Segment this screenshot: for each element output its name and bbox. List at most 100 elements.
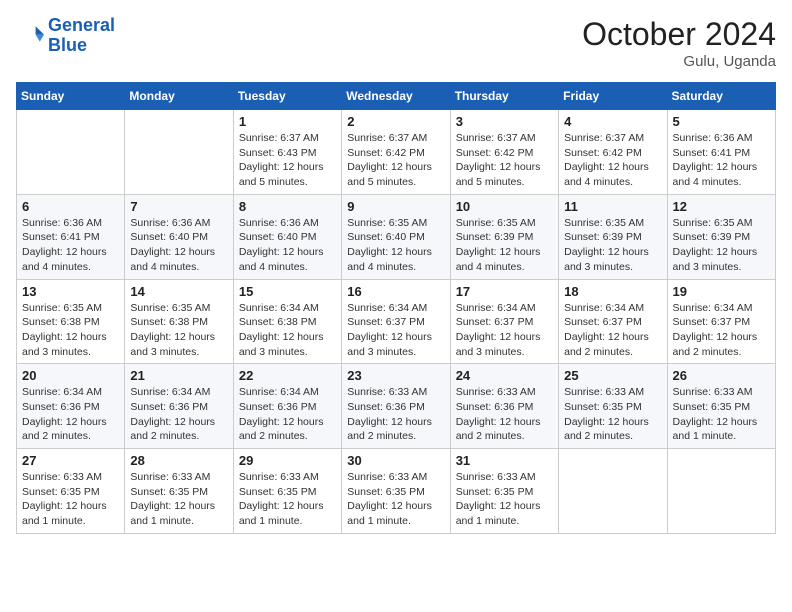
calendar-cell: 29 Sunrise: 6:33 AM Sunset: 6:35 PM Dayli… [233, 449, 341, 534]
day-number: 23 [347, 368, 444, 383]
day-number: 1 [239, 114, 336, 129]
day-number: 28 [130, 453, 227, 468]
day-number: 10 [456, 199, 553, 214]
day-number: 15 [239, 284, 336, 299]
calendar-cell: 25 Sunrise: 6:33 AM Sunset: 6:35 PM Dayli… [559, 364, 667, 449]
week-row-2: 6Sunrise: 6:36 AM Sunset: 6:41 PM Daylig… [17, 194, 776, 279]
day-number: 25 [564, 368, 661, 383]
day-number: 14 [130, 284, 227, 299]
calendar-cell: 8Sunrise: 6:36 AM Sunset: 6:40 PM Daylig… [233, 194, 341, 279]
calendar-cell: 28Sunrise: 6:33 AM Sunset: 6:35 PM Dayli… [125, 449, 233, 534]
day-number: 3 [456, 114, 553, 129]
calendar-cell [667, 449, 775, 534]
calendar-cell: 14 Sunrise: 6:35 AM Sunset: 6:38 PM Dayli… [125, 279, 233, 364]
calendar-cell: 1 Sunrise: 6:37 AM Sunset: 6:43 PM Daylig… [233, 110, 341, 195]
day-info: Sunrise: 6:33 AM Sunset: 6:35 PM Dayligh… [239, 470, 336, 529]
calendar-body: 1 Sunrise: 6:37 AM Sunset: 6:43 PM Daylig… [17, 110, 776, 534]
day-number: 18 [564, 284, 661, 299]
day-number: 6 [22, 199, 119, 214]
week-row-5: 27 Sunrise: 6:33 AM Sunset: 6:35 PM Dayli… [17, 449, 776, 534]
day-number: 19 [673, 284, 770, 299]
calendar-cell: 18Sunrise: 6:34 AM Sunset: 6:37 PM Dayli… [559, 279, 667, 364]
logo: General Blue [16, 16, 115, 56]
day-info: Sunrise: 6:34 AM Sunset: 6:38 PM Dayligh… [239, 301, 336, 360]
day-info: Sunrise: 6:35 AM Sunset: 6:38 PM Dayligh… [130, 301, 227, 360]
calendar-cell: 15 Sunrise: 6:34 AM Sunset: 6:38 PM Dayli… [233, 279, 341, 364]
header-row: SundayMondayTuesdayWednesdayThursdayFrid… [17, 83, 776, 110]
location: Gulu, Uganda [582, 53, 776, 70]
week-row-4: 20Sunrise: 6:34 AM Sunset: 6:36 PM Dayli… [17, 364, 776, 449]
logo-text: General Blue [48, 16, 115, 56]
day-number: 22 [239, 368, 336, 383]
day-header-tuesday: Tuesday [233, 83, 341, 110]
day-info: Sunrise: 6:35 AM Sunset: 6:40 PM Dayligh… [347, 216, 444, 275]
day-info: Sunrise: 6:34 AM Sunset: 6:36 PM Dayligh… [22, 385, 119, 444]
day-number: 4 [564, 114, 661, 129]
day-info: Sunrise: 6:37 AM Sunset: 6:42 PM Dayligh… [564, 131, 661, 190]
day-info: Sunrise: 6:33 AM Sunset: 6:35 PM Dayligh… [456, 470, 553, 529]
day-number: 27 [22, 453, 119, 468]
day-header-sunday: Sunday [17, 83, 125, 110]
day-header-saturday: Saturday [667, 83, 775, 110]
day-info: Sunrise: 6:37 AM Sunset: 6:43 PM Dayligh… [239, 131, 336, 190]
day-info: Sunrise: 6:34 AM Sunset: 6:37 PM Dayligh… [673, 301, 770, 360]
day-info: Sunrise: 6:35 AM Sunset: 6:39 PM Dayligh… [564, 216, 661, 275]
calendar-cell: 4 Sunrise: 6:37 AM Sunset: 6:42 PM Daylig… [559, 110, 667, 195]
day-number: 9 [347, 199, 444, 214]
calendar-cell: 23 Sunrise: 6:33 AM Sunset: 6:36 PM Dayli… [342, 364, 450, 449]
day-info: Sunrise: 6:37 AM Sunset: 6:42 PM Dayligh… [456, 131, 553, 190]
day-number: 29 [239, 453, 336, 468]
day-info: Sunrise: 6:34 AM Sunset: 6:37 PM Dayligh… [456, 301, 553, 360]
day-info: Sunrise: 6:35 AM Sunset: 6:39 PM Dayligh… [673, 216, 770, 275]
day-info: Sunrise: 6:36 AM Sunset: 6:40 PM Dayligh… [130, 216, 227, 275]
calendar-cell: 5Sunrise: 6:36 AM Sunset: 6:41 PM Daylig… [667, 110, 775, 195]
calendar-header: SundayMondayTuesdayWednesdayThursdayFrid… [17, 83, 776, 110]
title-block: October 2024 Gulu, Uganda [582, 16, 776, 70]
day-info: Sunrise: 6:33 AM Sunset: 6:35 PM Dayligh… [347, 470, 444, 529]
day-number: 16 [347, 284, 444, 299]
day-info: Sunrise: 6:33 AM Sunset: 6:35 PM Dayligh… [564, 385, 661, 444]
month-title: October 2024 [582, 16, 776, 53]
calendar-cell: 13Sunrise: 6:35 AM Sunset: 6:38 PM Dayli… [17, 279, 125, 364]
day-info: Sunrise: 6:33 AM Sunset: 6:36 PM Dayligh… [347, 385, 444, 444]
calendar-cell [125, 110, 233, 195]
logo-icon [16, 22, 44, 50]
day-number: 8 [239, 199, 336, 214]
calendar-cell: 20Sunrise: 6:34 AM Sunset: 6:36 PM Dayli… [17, 364, 125, 449]
calendar-cell: 10 Sunrise: 6:35 AM Sunset: 6:39 PM Dayli… [450, 194, 558, 279]
week-row-1: 1 Sunrise: 6:37 AM Sunset: 6:43 PM Daylig… [17, 110, 776, 195]
calendar-cell: 27 Sunrise: 6:33 AM Sunset: 6:35 PM Dayli… [17, 449, 125, 534]
calendar-cell: 7 Sunrise: 6:36 AM Sunset: 6:40 PM Daylig… [125, 194, 233, 279]
day-info: Sunrise: 6:34 AM Sunset: 6:37 PM Dayligh… [347, 301, 444, 360]
day-number: 12 [673, 199, 770, 214]
day-info: Sunrise: 6:33 AM Sunset: 6:36 PM Dayligh… [456, 385, 553, 444]
day-number: 11 [564, 199, 661, 214]
day-info: Sunrise: 6:37 AM Sunset: 6:42 PM Dayligh… [347, 131, 444, 190]
day-number: 26 [673, 368, 770, 383]
day-number: 31 [456, 453, 553, 468]
day-number: 7 [130, 199, 227, 214]
day-header-thursday: Thursday [450, 83, 558, 110]
calendar-cell: 30Sunrise: 6:33 AM Sunset: 6:35 PM Dayli… [342, 449, 450, 534]
calendar-cell: 19 Sunrise: 6:34 AM Sunset: 6:37 PM Dayli… [667, 279, 775, 364]
day-number: 13 [22, 284, 119, 299]
calendar-cell: 24Sunrise: 6:33 AM Sunset: 6:36 PM Dayli… [450, 364, 558, 449]
day-header-monday: Monday [125, 83, 233, 110]
day-info: Sunrise: 6:34 AM Sunset: 6:36 PM Dayligh… [239, 385, 336, 444]
day-info: Sunrise: 6:35 AM Sunset: 6:39 PM Dayligh… [456, 216, 553, 275]
day-number: 21 [130, 368, 227, 383]
calendar-table: SundayMondayTuesdayWednesdayThursdayFrid… [16, 82, 776, 534]
day-header-friday: Friday [559, 83, 667, 110]
calendar-cell: 12 Sunrise: 6:35 AM Sunset: 6:39 PM Dayli… [667, 194, 775, 279]
calendar-cell: 31 Sunrise: 6:33 AM Sunset: 6:35 PM Dayli… [450, 449, 558, 534]
day-info: Sunrise: 6:33 AM Sunset: 6:35 PM Dayligh… [22, 470, 119, 529]
day-number: 17 [456, 284, 553, 299]
day-info: Sunrise: 6:34 AM Sunset: 6:36 PM Dayligh… [130, 385, 227, 444]
calendar-cell: 3 Sunrise: 6:37 AM Sunset: 6:42 PM Daylig… [450, 110, 558, 195]
calendar-cell: 16 Sunrise: 6:34 AM Sunset: 6:37 PM Dayli… [342, 279, 450, 364]
calendar-cell: 9 Sunrise: 6:35 AM Sunset: 6:40 PM Daylig… [342, 194, 450, 279]
day-info: Sunrise: 6:33 AM Sunset: 6:35 PM Dayligh… [673, 385, 770, 444]
calendar-cell: 22 Sunrise: 6:34 AM Sunset: 6:36 PM Dayli… [233, 364, 341, 449]
calendar-cell [559, 449, 667, 534]
day-number: 5 [673, 114, 770, 129]
